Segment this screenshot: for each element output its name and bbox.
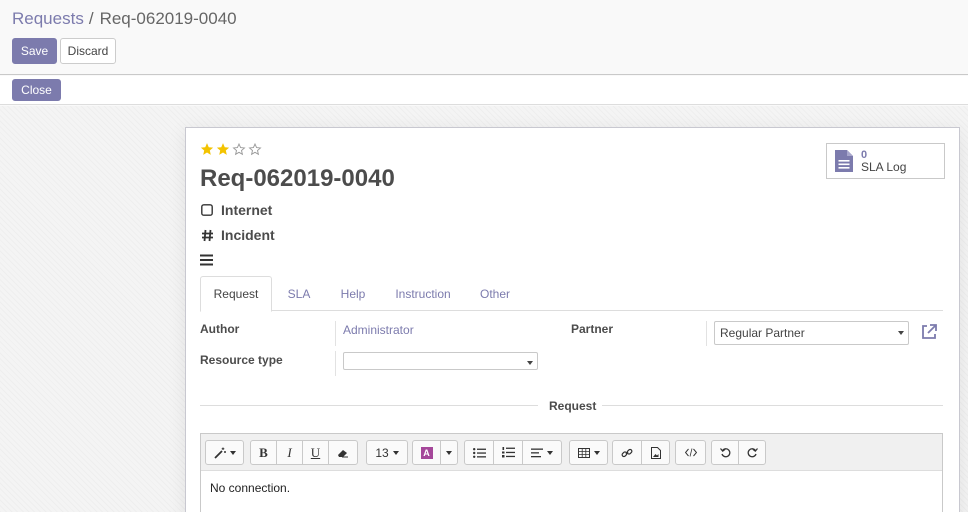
- font-size-group: 13: [366, 440, 408, 465]
- ordered-list-icon: [501, 447, 515, 458]
- code-icon: [684, 448, 697, 457]
- eraser-button[interactable]: [328, 440, 358, 465]
- undo-button[interactable]: [711, 440, 739, 465]
- align-dropdown[interactable]: [522, 440, 562, 465]
- history-group: [711, 440, 766, 465]
- font-size-dropdown[interactable]: 13: [366, 440, 408, 465]
- form-sheet: 0 SLA Log Req-062019-0040 Internet Incid…: [185, 127, 960, 512]
- author-value-link[interactable]: Administrator: [343, 323, 414, 337]
- field-divider: [335, 321, 336, 346]
- star-filled-icon[interactable]: [216, 142, 230, 156]
- breadcrumb-requests-link[interactable]: Requests: [12, 9, 84, 28]
- table-icon: [577, 447, 590, 458]
- menu-icon[interactable]: [200, 254, 213, 266]
- table-group: [569, 440, 608, 465]
- request-type-value: Incident: [221, 227, 275, 243]
- image-button[interactable]: [641, 440, 670, 465]
- save-button[interactable]: Save: [12, 38, 57, 64]
- tab-instruction[interactable]: Instruction: [388, 276, 458, 311]
- caret-down-icon: [898, 331, 904, 335]
- breadcrumb-separator: /: [88, 9, 94, 28]
- link-button[interactable]: [612, 440, 642, 465]
- separator-line: [602, 405, 943, 406]
- font-size-value: 13: [375, 445, 389, 460]
- eraser-icon: [338, 449, 348, 457]
- caret-down-icon: [527, 361, 533, 365]
- redo-icon: [747, 448, 758, 458]
- code-view-button[interactable]: [675, 440, 706, 465]
- color-dropdown-button[interactable]: [440, 440, 458, 465]
- undo-icon: [719, 448, 730, 458]
- code-group: [675, 440, 706, 465]
- record-title: Req-062019-0040: [200, 165, 395, 192]
- partner-select[interactable]: Regular Partner: [714, 321, 909, 345]
- sla-log-label: SLA Log: [861, 160, 907, 174]
- field-divider: [706, 321, 707, 346]
- style-group: [205, 440, 244, 465]
- align-left-icon: [531, 448, 543, 457]
- file-icon: [835, 150, 853, 172]
- control-panel: Requests / Req-062019-0040 Save Discard: [0, 0, 968, 75]
- color-group: A: [412, 440, 458, 465]
- tab-request[interactable]: Request: [200, 276, 272, 312]
- link-icon: [621, 448, 633, 457]
- underline-button[interactable]: U: [302, 440, 329, 465]
- hashtag-icon: [200, 228, 214, 242]
- close-button[interactable]: Close: [12, 79, 61, 101]
- redo-button[interactable]: [738, 440, 766, 465]
- partner-label: Partner: [571, 322, 614, 336]
- italic-button[interactable]: I: [276, 440, 303, 465]
- html-editor: B I U 13 A No connection.: [200, 433, 943, 512]
- separator-line: [200, 405, 538, 406]
- category-value: Internet: [221, 202, 273, 218]
- priority-stars: [200, 142, 262, 156]
- ordered-list-button[interactable]: [493, 440, 523, 465]
- text-color-button[interactable]: A: [412, 440, 441, 465]
- editor-toolbar: B I U 13 A: [201, 434, 942, 471]
- unordered-list-button[interactable]: [464, 440, 494, 465]
- checkbox-icon: [200, 203, 214, 217]
- unordered-list-icon: [472, 447, 486, 458]
- tab-help[interactable]: Help: [332, 276, 374, 311]
- breadcrumb: Requests / Req-062019-0040: [12, 9, 237, 29]
- category-field[interactable]: Internet: [200, 202, 272, 218]
- resource-type-label: Resource type: [200, 353, 283, 367]
- sla-log-smart-button[interactable]: 0 SLA Log: [826, 143, 945, 179]
- field-divider: [335, 351, 336, 376]
- font-group: B I U: [250, 440, 358, 465]
- style-button[interactable]: [205, 440, 244, 465]
- request-type-field[interactable]: Incident: [200, 227, 275, 243]
- external-link-icon[interactable]: [920, 323, 938, 341]
- resource-type-select[interactable]: [343, 352, 538, 370]
- author-label: Author: [200, 322, 240, 336]
- star-empty-icon[interactable]: [232, 142, 246, 156]
- statusbar: Close: [0, 76, 968, 105]
- tab-sla[interactable]: SLA: [278, 276, 320, 311]
- notebook-tabs: Request SLA Help Instruction Other: [200, 276, 943, 312]
- insert-group: [612, 440, 670, 465]
- paragraph-group: [464, 440, 562, 465]
- editor-content[interactable]: No connection.: [210, 481, 290, 495]
- table-dropdown[interactable]: [569, 440, 608, 465]
- breadcrumb-current: Req-062019-0040: [99, 9, 237, 28]
- star-empty-icon[interactable]: [248, 142, 262, 156]
- text-color-icon: A: [420, 446, 433, 459]
- bold-button[interactable]: B: [250, 440, 277, 465]
- magic-wand-icon: [213, 447, 226, 459]
- tab-other[interactable]: Other: [472, 276, 518, 311]
- star-filled-icon[interactable]: [200, 142, 214, 156]
- discard-button[interactable]: Discard: [60, 38, 116, 64]
- request-section-title: Request: [549, 399, 597, 413]
- partner-select-value: Regular Partner: [720, 326, 805, 340]
- image-file-icon: [650, 446, 661, 459]
